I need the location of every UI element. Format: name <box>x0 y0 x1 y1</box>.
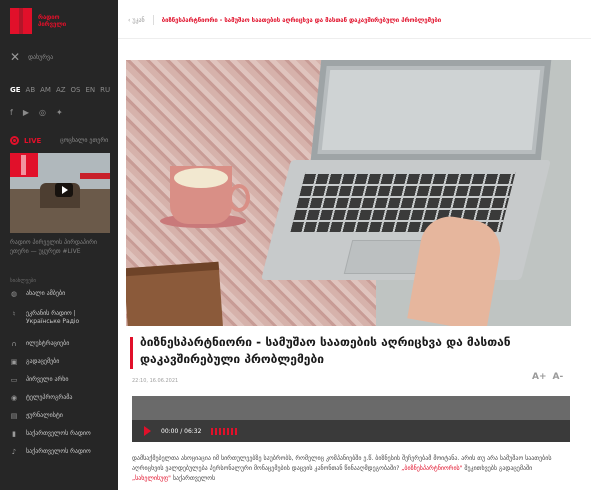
live-video-thumbnail[interactable] <box>10 153 110 233</box>
notebook-image <box>126 261 224 326</box>
font-size-controls: A+ A- <box>532 372 563 382</box>
logo-mark-icon <box>10 8 32 34</box>
article-hero-image <box>126 60 571 326</box>
close-icon: ✕ <box>10 50 21 64</box>
music-icon: ♪ <box>11 448 17 456</box>
lang-ge[interactable]: GE <box>10 86 21 94</box>
lang-am[interactable]: AM <box>40 86 51 94</box>
breadcrumb-divider <box>152 15 154 25</box>
film-icon: ▭ <box>10 376 18 384</box>
channel-logo-icon <box>10 153 38 177</box>
font-increase-button[interactable]: A+ <box>532 372 547 382</box>
play-icon[interactable] <box>55 183 73 197</box>
video-caption[interactable]: რადიო პირველის პირდაპირი ეთერი — უყურეთ … <box>10 238 110 256</box>
youtube-icon[interactable]: ▶ <box>23 108 29 117</box>
progress-track[interactable] <box>211 427 240 435</box>
lang-ru[interactable]: RU <box>100 86 110 94</box>
player-waveform-area[interactable] <box>132 396 570 420</box>
podcast-icon: ◉ <box>10 394 18 402</box>
article-title: ბიზნესპარტნიორი - სამუშაო საათების აღრიც… <box>140 335 511 366</box>
lang-en[interactable]: EN <box>86 86 96 94</box>
sidebar-item-tv-program[interactable]: ◉ ტელეპროგრამა <box>0 394 118 412</box>
breadcrumb: ‹ უკან ბიზნესპარტნიორი - სამუშაო საათები… <box>128 15 441 25</box>
sidebar-item-ukrainian-radio[interactable]: ♮ ეკრანის რადიო | Українське Радіо <box>0 310 118 340</box>
facebook-icon[interactable]: f <box>10 108 13 117</box>
article-date: 22:10, 16.06.2021 <box>132 378 179 384</box>
live-icon <box>10 136 19 145</box>
logo-text-line2: პირველი <box>38 21 67 28</box>
sidebar-item-journalist[interactable]: ▤ ჟურნალისტი <box>0 412 118 430</box>
language-switcher: GE AB AM AZ OS EN RU <box>10 86 110 94</box>
live-link[interactable]: LIVE ცოცხალი ეთერი <box>10 136 108 145</box>
menu-section-label: სიახლეები <box>10 278 36 284</box>
radio-icon: ▮ <box>12 430 16 438</box>
sidebar: რადიო პირველი ✕ დახურვა GE AB AM AZ OS E… <box>0 0 118 490</box>
lang-az[interactable]: AZ <box>56 86 66 94</box>
book-icon: ▤ <box>10 412 18 420</box>
player-time: 00:00 / 06:32 <box>161 427 202 435</box>
sidebar-item-illustrations[interactable]: ∩ ილუსტრაციები <box>0 340 118 358</box>
live-sub-label: ცოცხალი ეთერი <box>60 137 109 144</box>
close-menu-button[interactable]: ✕ დახურვა <box>10 50 54 64</box>
sidebar-item-first-channel[interactable]: ▭ პირველი არხი <box>0 376 118 394</box>
globe-icon: ◍ <box>10 290 18 298</box>
player-controls: 00:00 / 06:32 <box>132 420 570 442</box>
sidebar-item-georgian-radio-2[interactable]: ♪ საქართველოს რადიო <box>0 448 118 466</box>
font-decrease-button[interactable]: A- <box>553 372 564 382</box>
image-icon: ▣ <box>10 358 18 366</box>
sidebar-menu: ◍ ახალი ამბები ♮ ეკრანის რადიო | Українс… <box>0 290 118 466</box>
headphones-icon: ∩ <box>11 340 17 348</box>
back-button[interactable]: ‹ უკან <box>128 17 145 24</box>
laptop-image <box>310 60 552 160</box>
main-content: ‹ უკან ბიზნესპარტნიორი - სამუშაო საათები… <box>118 0 591 490</box>
close-label: დახურვა <box>28 53 54 61</box>
article-body: დამსაქმებელთა ასოციაცია იმ სირთულეებზე ს… <box>132 455 552 482</box>
lang-ab[interactable]: AB <box>26 86 36 94</box>
live-label: LIVE <box>24 136 42 145</box>
sidebar-item-georgian-radio[interactable]: ▮ საქართველოს რადიო <box>0 430 118 448</box>
breadcrumb-current: ბიზნესპარტნიორი - სამუშაო საათების აღრიც… <box>161 16 442 24</box>
twitter-icon[interactable]: ✦ <box>56 108 63 117</box>
header-divider <box>118 38 591 39</box>
headline-accent <box>130 337 133 369</box>
sidebar-item-news[interactable]: ◍ ახალი ამბები <box>0 290 118 310</box>
coffee-cup-image <box>170 166 250 224</box>
body-link-show[interactable]: „სახელისუფ" <box>132 475 171 482</box>
body-link-business-partner[interactable]: „ბიზნესპარტნიორის" <box>401 465 462 472</box>
sidebar-item-shows[interactable]: ▣ გადაცემები <box>0 358 118 376</box>
logo[interactable]: რადიო პირველი <box>10 8 66 34</box>
lang-os[interactable]: OS <box>71 86 81 94</box>
audio-player: 00:00 / 06:32 <box>132 396 570 442</box>
social-links: f ▶ ◎ ✦ <box>10 108 63 117</box>
microphone-icon: ♮ <box>12 310 16 318</box>
instagram-icon[interactable]: ◎ <box>39 108 46 117</box>
play-icon[interactable] <box>144 426 151 436</box>
logo-text-line1: რადიო <box>38 14 60 21</box>
